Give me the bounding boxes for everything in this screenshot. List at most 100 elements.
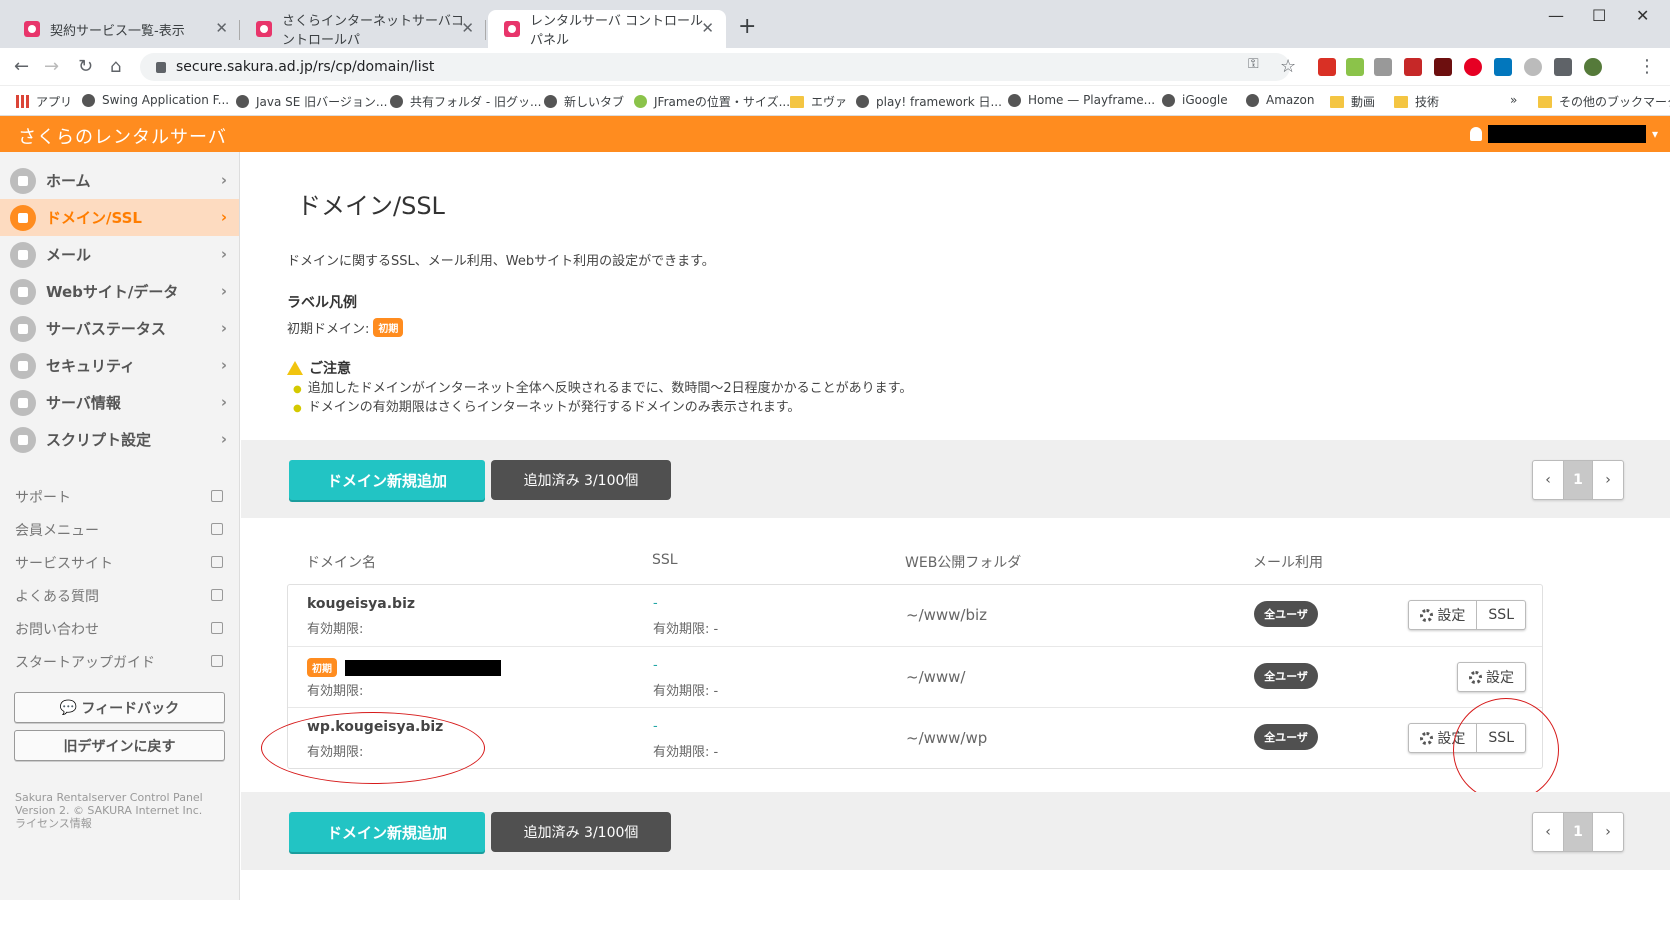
- key-icon[interactable]: ⚿: [1248, 56, 1259, 72]
- license-link[interactable]: ライセンス情報: [15, 817, 225, 830]
- next-page-icon[interactable]: ›: [1593, 461, 1623, 499]
- link-support[interactable]: サポート: [0, 480, 239, 513]
- settings-button[interactable]: 設定: [1458, 663, 1525, 691]
- profile-avatar[interactable]: [1584, 58, 1602, 76]
- m-extension-icon[interactable]: [1494, 58, 1512, 76]
- add-domain-button[interactable]: ドメイン新規追加: [289, 460, 485, 500]
- sidebar-item-security[interactable]: セキュリティ ›: [0, 347, 239, 384]
- bookmark[interactable]: iGoogle: [1162, 93, 1228, 107]
- browser-tab-active[interactable]: レンタルサーバ コントロールパネル ✕: [488, 10, 726, 48]
- extension-icon[interactable]: [1524, 58, 1542, 76]
- ssl-button[interactable]: SSL: [1476, 601, 1525, 629]
- ssl-expiry: 有効期限: -: [653, 745, 719, 760]
- feedback-button[interactable]: 💬 フィードバック: [14, 692, 225, 723]
- bookmark[interactable]: Swing Application F...: [82, 93, 229, 107]
- link-faq[interactable]: よくある質問: [0, 579, 239, 612]
- notice-item: 追加したドメインがインターネット全体へ反映されるまでに、数時間〜2日程度かかるこ…: [293, 380, 913, 399]
- current-page[interactable]: 1: [1563, 461, 1593, 499]
- bookmark[interactable]: Amazon: [1246, 93, 1315, 107]
- notice-item: ドメインの有効期限はさくらインターネットが発行するドメインのみ表示されます。: [293, 399, 912, 418]
- folder-icon: [1394, 95, 1408, 108]
- sidebar-item-website-data[interactable]: Webサイト/データ ›: [0, 273, 239, 310]
- web-folder: ~/www/: [906, 668, 966, 686]
- next-page-icon[interactable]: ›: [1593, 813, 1623, 851]
- p-extension-icon[interactable]: [1404, 58, 1422, 76]
- maximize-icon[interactable]: ☐: [1592, 6, 1606, 25]
- sidebar-item-server-info[interactable]: サーバ情報 ›: [0, 384, 239, 421]
- sidebar-item-domain-ssl[interactable]: ドメイン/SSL ›: [0, 199, 239, 236]
- sakura-favicon-icon: [256, 21, 272, 37]
- more-bookmarks-icon[interactable]: »: [1510, 93, 1517, 107]
- bookmark-folder[interactable]: 動画: [1330, 93, 1375, 110]
- bookmark-folder[interactable]: その他のブックマーク: [1538, 93, 1670, 110]
- current-page[interactable]: 1: [1563, 813, 1593, 851]
- gmail-extension-icon[interactable]: [1318, 58, 1336, 76]
- bookmark-label: Swing Application F...: [102, 93, 230, 107]
- sidebar-item-server-status[interactable]: サーバステータス ›: [0, 310, 239, 347]
- old-design-button[interactable]: 旧デザインに戻す: [14, 730, 225, 761]
- new-tab-icon[interactable]: +: [738, 14, 756, 39]
- bookmark[interactable]: 新しいタブ: [544, 93, 624, 110]
- home-icon[interactable]: ⌂: [110, 56, 121, 77]
- ssl-expiry: 有効期限: -: [653, 684, 719, 699]
- close-icon[interactable]: ✕: [215, 19, 228, 37]
- sheets-extension-icon[interactable]: [1346, 58, 1364, 76]
- ssl-status: -: [653, 719, 658, 734]
- link-contact[interactable]: お問い合わせ: [0, 612, 239, 645]
- reload-icon[interactable]: ↻: [78, 56, 93, 77]
- app-header: さくらのレンタルサーバ ▾: [0, 116, 1670, 152]
- apps-icon: [16, 95, 29, 108]
- web-folder: ~/www/biz: [906, 606, 988, 624]
- kebab-menu-icon[interactable]: ⋮: [1638, 56, 1656, 77]
- close-icon[interactable]: ✕: [701, 19, 714, 37]
- puzzle-icon[interactable]: [1554, 58, 1572, 76]
- user-menu[interactable]: ▾: [1469, 125, 1658, 143]
- domain-count-button[interactable]: 追加済み 3/100個: [491, 460, 671, 500]
- domain-count-button[interactable]: 追加済み 3/100個: [491, 812, 671, 852]
- add-domain-button[interactable]: ドメイン新規追加: [289, 812, 485, 852]
- page-title: ドメイン/SSL: [297, 192, 445, 220]
- bookmark[interactable]: JFrameの位置・サイズ...: [634, 93, 790, 110]
- sidebar-item-label: ホーム: [46, 172, 91, 190]
- bookmark-folder[interactable]: 技術: [1394, 93, 1439, 110]
- bookmark[interactable]: Home — Playframe...: [1008, 93, 1155, 107]
- sidebar-item-mail[interactable]: メール ›: [0, 236, 239, 273]
- ssl-status: -: [653, 596, 658, 611]
- forward-icon[interactable]: →: [44, 56, 59, 77]
- sidebar-item-home[interactable]: ホーム ›: [0, 162, 239, 199]
- filter-icon: [634, 95, 647, 108]
- brand-logo[interactable]: さくらのレンタルサーバ: [18, 123, 227, 149]
- bookmark[interactable]: play! framework 日...: [856, 93, 1002, 110]
- sidebar-item-label: セキュリティ: [46, 357, 136, 375]
- prev-page-icon[interactable]: ‹: [1533, 461, 1563, 499]
- browser-tab[interactable]: 契約サービス一覧-表示 ✕: [8, 10, 240, 48]
- window-close-icon[interactable]: ✕: [1636, 6, 1649, 25]
- pinterest-icon[interactable]: [1464, 58, 1482, 76]
- bookmark[interactable]: Java SE 旧バージョン...: [236, 93, 387, 110]
- lock-icon: [10, 352, 36, 379]
- globe-icon: [1246, 93, 1259, 107]
- action-bar-top: ドメイン新規追加 追加済み 3/100個 ‹ 1 ›: [241, 440, 1670, 518]
- extension-icon[interactable]: [1374, 58, 1392, 76]
- sidebar-item-label: ドメイン/SSL: [46, 209, 142, 227]
- notice-title: ご注意: [287, 358, 351, 378]
- ssl-label: SSL: [1488, 607, 1514, 623]
- minimize-icon[interactable]: —: [1548, 6, 1564, 25]
- link-member-menu[interactable]: 会員メニュー: [0, 513, 239, 546]
- redacted-username: [1487, 125, 1646, 143]
- address-bar[interactable]: secure.sakura.ad.jp/rs/cp/domain/list: [140, 53, 1290, 81]
- link-startup-guide[interactable]: スタートアップガイド: [0, 645, 239, 678]
- close-icon[interactable]: ✕: [461, 19, 474, 37]
- sidebar-item-script-settings[interactable]: スクリプト設定 ›: [0, 421, 239, 458]
- h-extension-icon[interactable]: [1434, 58, 1452, 76]
- browser-tab[interactable]: さくらインターネットサーバコントロールパ ✕: [240, 10, 486, 48]
- sakura-favicon-icon: [24, 21, 40, 37]
- bookmark-apps[interactable]: アプリ: [16, 93, 72, 110]
- back-icon[interactable]: ←: [14, 56, 29, 77]
- settings-button[interactable]: 設定: [1409, 601, 1476, 629]
- bookmark[interactable]: 共有フォルダ - 旧グッ...: [390, 93, 541, 110]
- star-icon[interactable]: ☆: [1280, 56, 1296, 77]
- prev-page-icon[interactable]: ‹: [1533, 813, 1563, 851]
- link-service-site[interactable]: サービスサイト: [0, 546, 239, 579]
- bookmark-folder[interactable]: エヴァ: [790, 93, 847, 110]
